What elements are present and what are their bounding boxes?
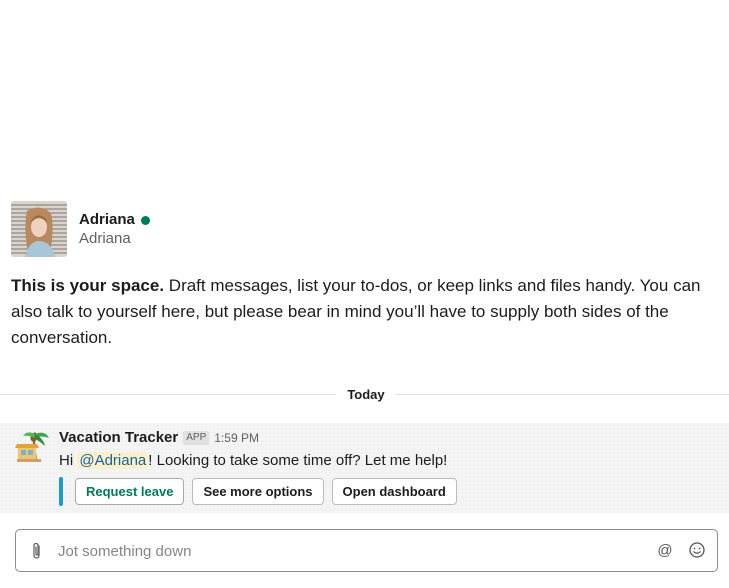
emoji-icon[interactable] <box>688 541 706 559</box>
message-text-start: Hi <box>59 452 78 469</box>
profile-handle: Adriana <box>79 230 131 247</box>
sender-name[interactable]: Vacation Tracker <box>59 429 178 446</box>
message-composer: @ <box>15 529 718 572</box>
channel-intro: This is your space. Draft messages, list… <box>11 273 711 351</box>
date-divider-label[interactable]: Today <box>336 384 396 406</box>
message-actions: Request leave See more options Open dash… <box>75 478 465 505</box>
avatar[interactable] <box>11 201 67 257</box>
user-mention[interactable]: @Adriana <box>77 452 149 469</box>
open-dashboard-button[interactable]: Open dashboard <box>331 478 457 505</box>
message: Vacation Tracker APP 1:59 PM Hi @Adriana… <box>0 423 729 513</box>
request-leave-button[interactable]: Request leave <box>75 478 185 505</box>
message-timestamp[interactable]: 1:59 PM <box>214 431 259 445</box>
beach-hut-icon[interactable] <box>15 428 51 464</box>
paperclip-icon[interactable] <box>30 542 44 560</box>
profile-name[interactable]: Adriana <box>79 211 135 229</box>
see-more-options-button[interactable]: See more options <box>192 478 324 505</box>
message-text-end: ! Looking to take some time off? Let me … <box>148 452 448 469</box>
intro-lead: This is your space. <box>11 276 165 295</box>
presence-icon <box>140 215 150 225</box>
attachment-accent-bar <box>59 477 63 506</box>
at-icon[interactable]: @ <box>656 542 674 560</box>
message-input[interactable] <box>58 539 638 563</box>
profile-header: Adriana Adriana <box>11 201 150 257</box>
message-text: Hi @Adriana! Looking to take some time o… <box>59 451 447 471</box>
app-badge: APP <box>183 430 210 445</box>
